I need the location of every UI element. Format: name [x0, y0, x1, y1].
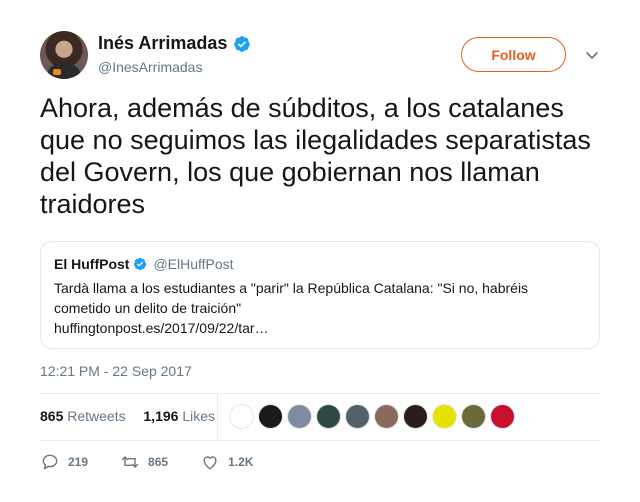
tweet-actions: 219 865 1.2K	[40, 452, 285, 472]
divider	[40, 440, 600, 441]
liker-avatar-1[interactable]	[229, 404, 254, 429]
quoted-header: El HuffPost @ElHuffPost	[54, 256, 234, 272]
author-avatar[interactable]	[40, 31, 88, 79]
tweet-text: Ahora, además de súbditos, a los catalan…	[40, 93, 591, 219]
retweets-count: 865	[40, 408, 64, 424]
quoted-tweet[interactable]: El HuffPost @ElHuffPost Tardà llama a lo…	[40, 241, 600, 349]
likes-count: 1,196	[143, 408, 179, 424]
likes-label: Likes	[182, 408, 216, 424]
author-handle[interactable]: @InesArrimadas	[98, 59, 202, 75]
retweets-label: Retweets	[67, 408, 126, 424]
chevron-down-icon[interactable]	[585, 48, 599, 62]
liker-avatar-3[interactable]	[287, 404, 312, 429]
quoted-handle: @ElHuffPost	[153, 256, 234, 272]
reply-button[interactable]: 219	[40, 452, 88, 472]
quoted-link[interactable]: huffingtonpost.es/2017/09/22/tar…	[54, 318, 584, 338]
liker-avatar-6[interactable]	[374, 404, 399, 429]
reply-count: 219	[68, 455, 89, 469]
liker-avatar-9[interactable]	[461, 404, 486, 429]
engagement-stats: 865 Retweets 1,196 Likes	[40, 408, 215, 424]
stats-divider	[217, 394, 218, 440]
divider	[40, 393, 600, 394]
quoted-verified-icon	[134, 257, 147, 271]
avatar-badge	[53, 69, 61, 75]
tweet-timestamp[interactable]: 12:21 PM - 22 Sep 2017	[40, 363, 192, 379]
retweet-icon	[121, 456, 139, 468]
quoted-text-line: Tardà llama a los estudiantes a "parir" …	[54, 280, 529, 296]
like-count: 1.2K	[228, 455, 254, 469]
likers-avatars	[229, 404, 515, 429]
follow-button[interactable]: Follow	[461, 37, 566, 72]
verified-icon	[234, 35, 251, 52]
quoted-display-name: El HuffPost	[54, 256, 130, 272]
likes-stat[interactable]: 1,196 Likes	[136, 408, 215, 424]
retweet-button[interactable]: 865	[120, 452, 168, 472]
heart-icon	[203, 456, 217, 470]
retweet-count: 865	[148, 455, 169, 469]
like-button[interactable]: 1.2K	[200, 452, 253, 472]
liker-avatar-8[interactable]	[432, 404, 457, 429]
liker-avatar-5[interactable]	[345, 404, 370, 429]
author-name-row: Inés Arrimadas	[98, 33, 251, 54]
liker-avatar-7[interactable]	[403, 404, 428, 429]
quoted-text: Tardà llama a los estudiantes a "parir" …	[54, 278, 584, 338]
liker-avatar-4[interactable]	[316, 404, 341, 429]
liker-avatar-2[interactable]	[258, 404, 283, 429]
reply-icon	[42, 454, 58, 470]
quoted-text-line: cometido un delito de traición"	[54, 300, 242, 316]
retweets-stat[interactable]: 865 Retweets	[40, 408, 126, 424]
liker-avatar-10[interactable]	[490, 404, 515, 429]
author-display-name[interactable]: Inés Arrimadas	[98, 33, 227, 54]
